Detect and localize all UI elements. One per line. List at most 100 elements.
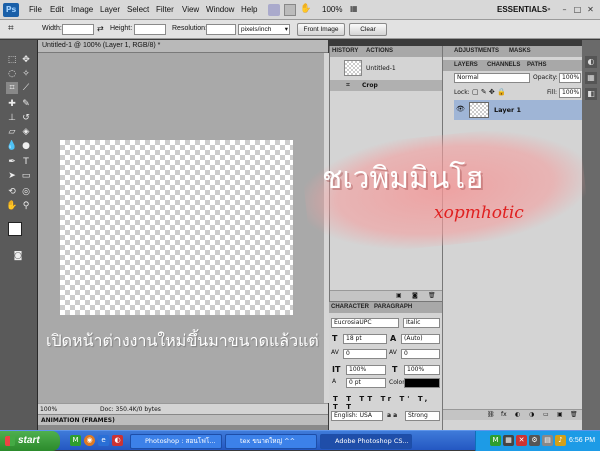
- volume-icon[interactable]: ♪: [555, 435, 566, 446]
- height-field[interactable]: [134, 24, 166, 35]
- menu-select[interactable]: Select: [127, 5, 149, 14]
- workspace-switcher[interactable]: ESSENTIALS: [497, 5, 547, 14]
- tray-icon-3[interactable]: ✕: [516, 435, 527, 446]
- fx-icon[interactable]: fx: [501, 411, 507, 418]
- document-tab[interactable]: Untitled-1 @ 100% (Layer 1, RGB/8) *: [38, 40, 328, 53]
- firefox-icon[interactable]: ◉: [84, 435, 95, 446]
- width-field[interactable]: [62, 24, 94, 35]
- vertical-scale-field[interactable]: 100%: [346, 365, 386, 375]
- history-step-crop[interactable]: ⌗ Crop: [330, 80, 443, 91]
- blur-tool-icon[interactable]: 💧: [6, 140, 18, 152]
- mask-icon[interactable]: ◐: [515, 411, 520, 418]
- front-image-button[interactable]: Front Image: [297, 23, 345, 36]
- kerning-field[interactable]: 0: [343, 349, 387, 359]
- history-brush-icon[interactable]: ↺: [20, 112, 32, 124]
- path-select-icon[interactable]: ➤: [6, 170, 18, 182]
- 3d-orbit-icon[interactable]: ◎: [20, 186, 32, 198]
- network-icon[interactable]: ▤: [542, 435, 553, 446]
- chevron-right-icon[interactable]: »: [547, 6, 551, 13]
- adjustment-icon[interactable]: ◑: [529, 411, 534, 418]
- resolution-field[interactable]: [206, 24, 236, 35]
- hand-tool-icon[interactable]: ✋: [6, 200, 18, 212]
- eye-icon[interactable]: 👁: [456, 105, 465, 113]
- start-button[interactable]: start: [0, 431, 60, 451]
- menu-file[interactable]: File: [29, 5, 42, 14]
- taskbar-task-3[interactable]: Adobe Photoshop CS...: [320, 434, 412, 449]
- dodge-tool-icon[interactable]: ●: [20, 140, 32, 152]
- quick-mask-icon[interactable]: ◙: [12, 250, 24, 262]
- 3d-rotate-icon[interactable]: ⟲: [6, 186, 18, 198]
- antialias-select[interactable]: Strong: [405, 411, 440, 421]
- swap-icon[interactable]: ⇄: [97, 24, 104, 33]
- new-layer-icon[interactable]: ▣: [557, 411, 563, 418]
- transparent-canvas[interactable]: [60, 140, 293, 315]
- faux-style-buttons[interactable]: T T TT Tr T' T, T T: [333, 395, 442, 411]
- close-button[interactable]: ✕: [585, 4, 596, 15]
- horizontal-scale-field[interactable]: 100%: [404, 365, 440, 375]
- quicklaunch-icon-4[interactable]: ◐: [112, 435, 123, 446]
- text-color-swatch[interactable]: [404, 378, 440, 388]
- paint-bucket-icon[interactable]: ◈: [20, 126, 32, 138]
- blend-mode-select[interactable]: Normal: [454, 73, 530, 83]
- pen-tool-icon[interactable]: ✒: [6, 156, 18, 168]
- tab-character[interactable]: CHARACTER: [331, 304, 369, 310]
- quicklaunch-icon-1[interactable]: M: [70, 435, 81, 446]
- tab-actions[interactable]: ACTIONS: [366, 48, 393, 54]
- language-select[interactable]: English: USA: [331, 411, 383, 421]
- ie-icon[interactable]: e: [98, 435, 109, 446]
- lock-options-icon[interactable]: ▢ ✎ ✥ 🔒: [472, 88, 506, 96]
- camera-icon[interactable]: ◙: [412, 292, 418, 299]
- color-panel-icon[interactable]: ◐: [585, 56, 597, 68]
- zoom-tool-icon[interactable]: ⚲: [20, 200, 32, 212]
- snapshot-icon[interactable]: ▣: [396, 292, 402, 299]
- bridge-icon[interactable]: [268, 4, 280, 16]
- maximize-button[interactable]: □: [572, 4, 583, 15]
- snapshot-label[interactable]: Untitled-1: [366, 65, 396, 72]
- tray-icon-2[interactable]: ▦: [503, 435, 514, 446]
- tray-icon-1[interactable]: M: [490, 435, 501, 446]
- tab-paragraph[interactable]: PARAGRAPH: [374, 304, 412, 310]
- tab-layers[interactable]: LAYERS: [454, 62, 478, 68]
- menu-filter[interactable]: Filter: [156, 5, 174, 14]
- clone-stamp-icon[interactable]: ⊥: [6, 112, 18, 124]
- eyedropper-icon[interactable]: ⟋: [20, 82, 32, 94]
- snapshot-thumbnail[interactable]: [344, 60, 362, 76]
- font-style-select[interactable]: Italic: [403, 318, 440, 328]
- units-select[interactable]: pixels/inch ▾: [238, 24, 290, 35]
- opacity-field[interactable]: 100%: [559, 73, 581, 83]
- layer-row-layer-1[interactable]: 👁 Layer 1: [454, 100, 583, 120]
- menu-edit[interactable]: Edit: [50, 5, 64, 14]
- minimize-button[interactable]: –: [559, 4, 570, 15]
- leading-field[interactable]: (Auto): [401, 334, 440, 344]
- tracking-field[interactable]: 0: [401, 349, 440, 359]
- crop-tool-icon[interactable]: ⌗: [8, 23, 14, 34]
- menu-window[interactable]: Window: [206, 5, 234, 14]
- trash-icon[interactable]: 🗑: [570, 411, 578, 418]
- hand-tool-icon[interactable]: ✋: [300, 4, 312, 16]
- clear-button[interactable]: Clear: [349, 23, 387, 36]
- baseline-shift-field[interactable]: 0 pt: [346, 378, 386, 388]
- status-zoom[interactable]: 100%: [40, 406, 57, 413]
- trash-icon[interactable]: 🗑: [428, 292, 436, 299]
- menu-layer[interactable]: Layer: [100, 5, 120, 14]
- move-tool-icon[interactable]: ✥: [20, 54, 32, 66]
- foreground-color-swatch[interactable]: [8, 222, 22, 236]
- brush-tool-icon[interactable]: ✎: [20, 98, 32, 110]
- marquee-tool-icon[interactable]: ⬚: [6, 54, 18, 66]
- tab-history[interactable]: HISTORY: [332, 48, 358, 54]
- zoom-level[interactable]: 100%: [322, 5, 342, 14]
- font-family-select[interactable]: EucrosiaUPC: [331, 318, 399, 328]
- lasso-tool-icon[interactable]: ◌: [6, 68, 18, 80]
- healing-brush-icon[interactable]: ✚: [6, 98, 18, 110]
- magic-wand-icon[interactable]: ✧: [20, 68, 32, 80]
- menu-help[interactable]: Help: [241, 5, 257, 14]
- arrange-icon[interactable]: ▦: [350, 4, 362, 16]
- clock[interactable]: 6:56 PM: [569, 437, 595, 444]
- folder-icon[interactable]: ▭: [543, 411, 549, 418]
- type-tool-icon[interactable]: T: [20, 156, 32, 168]
- menu-image[interactable]: Image: [71, 5, 93, 14]
- font-size-field[interactable]: 18 pt: [343, 334, 387, 344]
- mini-bridge-icon[interactable]: [284, 4, 296, 16]
- animation-panel-header[interactable]: ANIMATION (FRAMES): [38, 414, 328, 425]
- tab-masks[interactable]: MASKS: [509, 48, 531, 54]
